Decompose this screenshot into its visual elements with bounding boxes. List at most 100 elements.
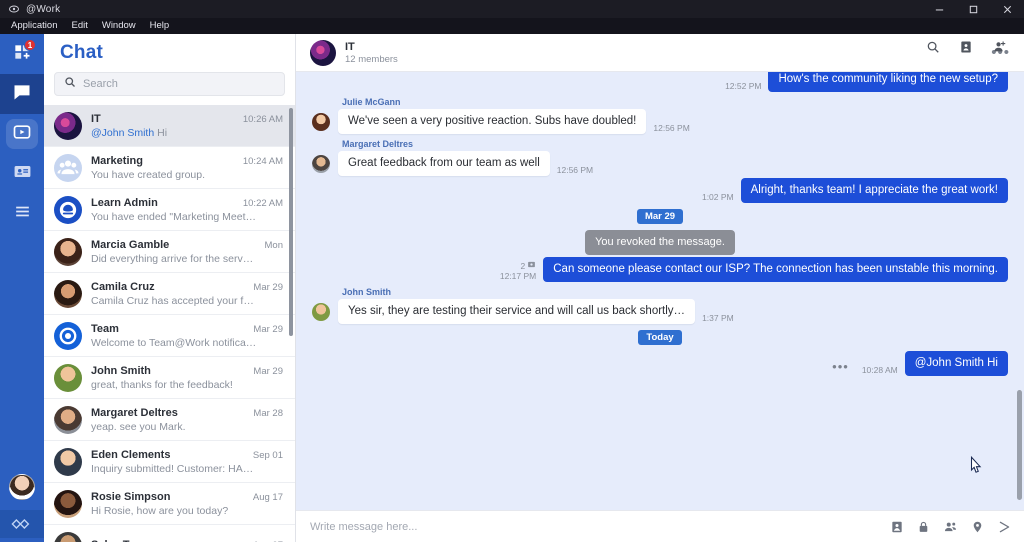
chat-list-item-name: John Smith [91, 364, 151, 377]
search-input[interactable] [83, 78, 275, 90]
chat-list[interactable]: IT 10:26 AM @John Smith Hi Marketing 10:24 A… [44, 105, 295, 542]
window-controls [922, 0, 1024, 18]
search-wrapper [44, 72, 295, 105]
chat-list-item-content: Margaret Deltres Mar 28 yeap. see you Mark… [91, 407, 283, 433]
avatar [54, 111, 82, 140]
message-bubble[interactable]: Great feedback from our team as well [338, 151, 550, 176]
menu-item-help[interactable]: Help [143, 18, 177, 34]
send-icon[interactable] [997, 520, 1012, 534]
chat-list-item-preview: yeap. see you Mark. [91, 420, 186, 433]
chat-list-item-content: Marcia Gamble Mon Did everything arrive fo… [91, 239, 283, 265]
rail-item-video[interactable] [0, 114, 44, 154]
apps-badge: 1 [24, 39, 36, 51]
chat-list-item[interactable]: Marketing 10:24 AM You have created group. [44, 147, 295, 189]
conversation-header: IT 12 members ••• [296, 34, 1024, 72]
message-timestamp: 12:56 PM [556, 165, 594, 175]
message-bubble[interactable]: Can someone please contact our ISP? The … [543, 257, 1008, 282]
chat-list-item-content: Rosie Simpson Aug 17 Hi Rosie, how are you… [91, 491, 283, 517]
chat-list-item[interactable]: Marcia Gamble Mon Did everything arrive fo… [44, 231, 295, 273]
message-sender-name: Margaret Deltres [342, 139, 414, 149]
chat-list-item[interactable]: Learn Admin 10:22 AM You have ended "Marke… [44, 189, 295, 231]
avatar [54, 279, 82, 308]
day-separator: Today [312, 330, 1008, 345]
menu-item-edit[interactable]: Edit [64, 18, 94, 34]
rail-item-contact-card[interactable] [0, 154, 44, 194]
video-icon [12, 122, 32, 147]
chat-list-item-time: Mon [264, 239, 283, 251]
chat-list-item-content: Sales TeamAug 07 [91, 539, 283, 542]
rail-item-menu[interactable] [0, 194, 44, 234]
avatar [54, 489, 82, 518]
message-bubble[interactable]: Yes sir, they are testing their service … [338, 299, 696, 324]
chat-list-item-top: Margaret Deltres Mar 28 [91, 407, 283, 419]
message-bubble[interactable]: Alright, thanks team! I appreciate the g… [740, 178, 1008, 203]
maximize-button[interactable] [956, 0, 990, 18]
message-bubble[interactable]: How's the community liking the new setup… [768, 72, 1008, 92]
chat-list-item[interactable]: Sales TeamAug 07 [44, 525, 295, 542]
chat-list-item[interactable]: Rosie Simpson Aug 17 Hi Rosie, how are you… [44, 483, 295, 525]
chat-list-item[interactable]: Camila Cruz Mar 29 Camila Cruz has accepte… [44, 273, 295, 315]
avatar [312, 303, 330, 321]
page-title: Chat [60, 42, 104, 63]
chat-list-item-name: Marketing [91, 154, 143, 167]
chat-list-item-top: IT 10:26 AM [91, 113, 283, 125]
chat-list-item[interactable]: Team Mar 29 Welcome to Team@Work notifica… [44, 315, 295, 357]
message-row: ••• 10:28 AM @John Smith Hi [312, 351, 1008, 376]
read-receipt: 2 [521, 260, 537, 271]
chat-list-item-name: Camila Cruz [91, 280, 155, 293]
chat-list-scrollbar[interactable] [289, 108, 293, 336]
search-box[interactable] [54, 72, 285, 96]
close-button[interactable] [990, 0, 1024, 18]
contacts-icon[interactable] [943, 520, 958, 534]
menu-item-window[interactable]: Window [95, 18, 143, 34]
chat-list-item-content: John Smith Mar 29 great, thanks for the fe… [91, 365, 283, 391]
chat-list-item[interactable]: IT 10:26 AM @John Smith Hi [44, 105, 295, 147]
message-bubble[interactable]: We've seen a very positive reaction. Sub… [338, 109, 647, 134]
chat-list-item[interactable]: Margaret Deltres Mar 28 yeap. see you Mark… [44, 399, 295, 441]
contact-card-icon[interactable] [959, 40, 973, 59]
message-input[interactable] [310, 520, 876, 533]
message-row-revoked: You revoked the message. [312, 230, 1008, 255]
rail-bottom [0, 474, 44, 542]
chat-list-item-preview: Welcome to Team@Work notifica… [91, 336, 257, 349]
rail-item-chat[interactable] [0, 74, 44, 114]
chat-list-item-preview: @John Smith Hi [91, 127, 283, 139]
chat-list-item[interactable]: Eden Clements Sep 01 Inquiry submitted! Cu… [44, 441, 295, 483]
lock-icon[interactable] [917, 520, 930, 534]
location-pin-icon[interactable] [971, 520, 984, 534]
chat-list-item[interactable]: John Smith Mar 29 great, thanks for the fe… [44, 357, 295, 399]
menu-item-application[interactable]: Application [4, 18, 64, 34]
chat-list-item-time: 10:22 AM [242, 197, 283, 209]
add-person-icon[interactable] [992, 40, 1008, 59]
more-options-icon[interactable]: ••• [832, 359, 849, 374]
message-timestamp: 12:56 PM [653, 123, 690, 133]
avatar [54, 195, 82, 224]
avatar [54, 153, 82, 182]
rail-item-apps[interactable]: 1 [0, 34, 44, 74]
message-bubble[interactable]: @John Smith Hi [904, 351, 1008, 376]
message-scrollbar[interactable] [1017, 390, 1022, 500]
message-list[interactable]: 12:52 PM How's the community liking the n… [296, 72, 1024, 510]
message-read-meta: 2 12:17 PM [500, 260, 537, 282]
app-window: @Work Application Edit Window Help 1 Cha… [0, 0, 1024, 542]
chat-list-item-content: Marketing 10:24 AM You have created group. [91, 155, 283, 181]
conversation-title: IT [345, 40, 355, 53]
chat-list-item-time: Mar 29 [253, 281, 283, 293]
chat-list-item-preview: Did everything arrive for the serv… [91, 252, 254, 265]
contact-card-icon [13, 162, 32, 186]
chat-list-item-name: Team [91, 322, 119, 335]
conversation-panel: IT 12 members ••• 12:52 PM How's the comm… [296, 34, 1024, 542]
search-icon[interactable] [926, 40, 940, 59]
image-icon[interactable] [890, 520, 904, 534]
message-composer [296, 510, 1024, 542]
chat-list-item-name: IT [91, 112, 101, 125]
chat-list-item-name: Rosie Simpson [91, 490, 171, 503]
chat-list-item-name: Margaret Deltres [91, 406, 178, 419]
avatar[interactable] [9, 474, 35, 500]
mention-text: @John Smith [91, 126, 155, 139]
avatar [54, 447, 82, 476]
message-row: 12:52 PM How's the community liking the n… [312, 72, 1008, 92]
app-logo [0, 510, 44, 538]
minimize-button[interactable] [922, 0, 956, 18]
search-icon [64, 75, 76, 93]
